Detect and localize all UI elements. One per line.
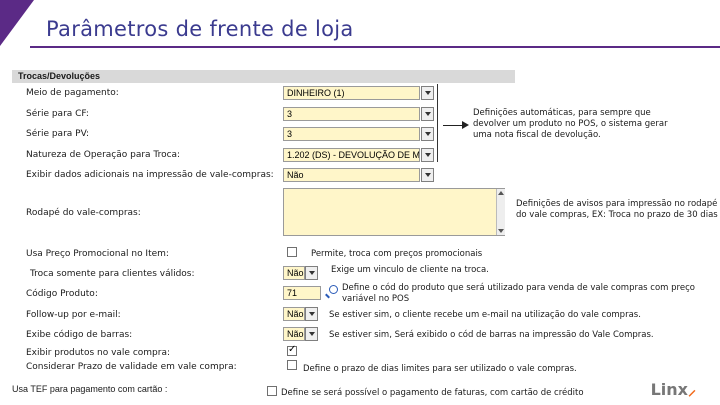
tef-label: Usa TEF para pagamento com cartão :: [12, 384, 168, 394]
natureza-label: Natureza de Operação para Troca:: [26, 150, 181, 160]
codigo-barras-dropdown-icon[interactable]: [305, 327, 318, 341]
tef-checkbox[interactable]: [267, 386, 277, 396]
serie-pv-label: Série para PV:: [26, 129, 90, 139]
note-followup: Se estiver sim, o cliente recebe um e-ma…: [329, 310, 641, 320]
linx-logo: Linx⸝: [651, 378, 696, 400]
meio-pagamento-dropdown-icon[interactable]: [421, 86, 434, 100]
codigo-produto-input[interactable]: 71: [283, 286, 321, 300]
preco-promo-label: Usa Preço Promocional no Item:: [26, 249, 169, 259]
header-divider: [30, 46, 720, 48]
note-barras: Se estiver sim, Será exibido o cód de ba…: [329, 330, 654, 340]
page-title: Parâmetros de frente de loja: [46, 17, 354, 41]
meio-pagamento-select[interactable]: DINHEIRO (1): [283, 86, 420, 100]
followup-select[interactable]: Não: [283, 307, 305, 321]
scroll-up-icon[interactable]: [498, 191, 504, 195]
scroll-down-icon[interactable]: [498, 229, 504, 233]
troca-validos-label: Troca somente para clientes válidos:: [30, 269, 195, 279]
codigo-barras-select[interactable]: Não: [283, 327, 305, 341]
logo-text: Linx: [650, 380, 688, 399]
prazo-validade-label: Considerar Prazo de validade em vale com…: [26, 362, 237, 372]
natureza-select[interactable]: 1.202 (DS) - DEVOLUÇÃO DE M: [283, 148, 420, 162]
codigo-barras-label: Exibe código de barras:: [26, 330, 133, 340]
meio-pagamento-label: Meio de pagamento:: [26, 88, 119, 98]
note-tef: Define se será possível o pagamento de f…: [281, 388, 584, 398]
brand-corner: [0, 0, 34, 46]
note-permite: Permite, troca com preços promocionais: [311, 249, 483, 259]
note-prazo: Define o prazo de dias limites para ser …: [303, 364, 577, 374]
rodape-scrollbar[interactable]: [496, 189, 505, 235]
prazo-validade-checkbox[interactable]: [287, 360, 297, 370]
note-cod-produto: Define o cód do produto que será utiliza…: [342, 283, 695, 304]
logo-accent-icon: ⸝: [687, 380, 696, 399]
search-icon[interactable]: [329, 285, 338, 294]
troca-validos-select[interactable]: Não: [283, 266, 305, 280]
serie-cf-dropdown-icon[interactable]: [421, 107, 434, 121]
arrow-right-icon: [462, 121, 469, 129]
troca-validos-dropdown-icon[interactable]: [305, 266, 318, 280]
serie-pv-dropdown-icon[interactable]: [421, 127, 434, 141]
natureza-dropdown-icon[interactable]: [421, 148, 434, 162]
exibir-produtos-label: Exibir produtos no vale compra:: [26, 348, 171, 358]
preco-promo-checkbox[interactable]: [287, 247, 297, 257]
annotation-bracket: [437, 84, 444, 162]
exibir-dados-label: Exibir dados adicionais na impressão de …: [26, 170, 274, 180]
section-title: Trocas/Devoluções: [18, 71, 101, 81]
note-exige: Exige um vinculo de cliente na troca.: [331, 265, 489, 275]
rodape-textarea[interactable]: [283, 188, 505, 236]
note-avisos: Definições de avisos para impressão no r…: [516, 199, 718, 220]
serie-cf-label: Série para CF:: [26, 109, 89, 119]
rodape-label: Rodapé do vale-compras:: [26, 208, 141, 218]
note-automaticas: Definições automáticas, para sempre que …: [473, 108, 668, 140]
followup-label: Follow-up por e-mail:: [26, 310, 121, 320]
exibir-dados-select[interactable]: Não: [283, 168, 420, 182]
followup-dropdown-icon[interactable]: [305, 307, 318, 321]
codigo-produto-label: Código Produto:: [26, 289, 98, 299]
exibir-dados-dropdown-icon[interactable]: [421, 168, 434, 182]
serie-pv-select[interactable]: 3: [283, 127, 420, 141]
serie-cf-select[interactable]: 3: [283, 107, 420, 121]
exibir-produtos-checkbox[interactable]: [287, 344, 297, 356]
annotation-arrow-line: [443, 125, 463, 126]
